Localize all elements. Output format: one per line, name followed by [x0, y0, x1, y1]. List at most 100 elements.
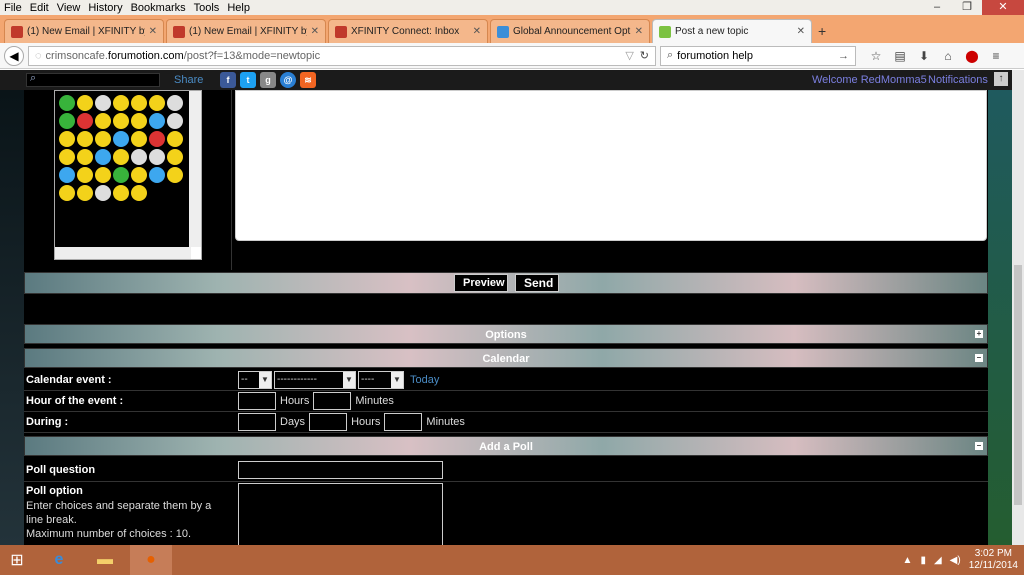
smiley-icon[interactable]: [131, 95, 147, 111]
smiley-icon[interactable]: [59, 95, 75, 111]
star-icon[interactable]: ☆: [864, 49, 888, 63]
forum-search-input[interactable]: [26, 73, 160, 87]
network-icon[interactable]: ▮: [920, 555, 926, 566]
smiley-icon[interactable]: [113, 149, 129, 165]
url-bar[interactable]: ◌ crimsoncafe. forumotion.com/post?f=13&m…: [28, 45, 656, 66]
smiley-icon[interactable]: [149, 167, 165, 183]
close-icon[interactable]: ✕: [982, 0, 1024, 15]
smiley-icon[interactable]: [131, 131, 147, 147]
close-icon[interactable]: ✕: [635, 26, 643, 37]
smiley-icon[interactable]: [77, 131, 93, 147]
smiley-icon[interactable]: [59, 167, 75, 183]
smiley-icon[interactable]: [167, 131, 183, 147]
email-icon[interactable]: @: [280, 72, 296, 88]
today-link[interactable]: Today: [410, 374, 439, 386]
close-icon[interactable]: ✕: [311, 26, 319, 37]
smiley-icon[interactable]: [113, 167, 129, 183]
smiley-icon[interactable]: [131, 167, 147, 183]
close-icon[interactable]: ✕: [473, 26, 481, 37]
smiley-icon[interactable]: [59, 185, 75, 201]
smiley-icon[interactable]: [95, 113, 111, 129]
smiley-icon[interactable]: [149, 131, 165, 147]
smilies-horizontal-scrollbar[interactable]: [55, 247, 191, 259]
smiley-icon[interactable]: [149, 113, 165, 129]
dropdown-icon[interactable]: ▽: [625, 49, 633, 62]
menu-history[interactable]: History: [88, 2, 122, 14]
clock[interactable]: 3:02 PM 12/11/2014: [969, 548, 1018, 572]
notifications-link[interactable]: Notifications: [928, 74, 988, 86]
twitter-icon[interactable]: t: [240, 72, 256, 88]
add-poll-header[interactable]: Add a Poll –: [24, 436, 988, 456]
smiley-icon[interactable]: [149, 149, 165, 165]
tab-post-new-topic[interactable]: Post a new topic ✕: [652, 19, 812, 43]
facebook-icon[interactable]: f: [220, 72, 236, 88]
restore-icon[interactable]: ❐: [952, 0, 982, 15]
smiley-icon[interactable]: [131, 113, 147, 129]
smiley-icon[interactable]: [149, 95, 165, 111]
hamburger-menu-icon[interactable]: ≡: [984, 49, 1008, 63]
google-plus-icon[interactable]: g: [260, 72, 276, 88]
smiley-icon[interactable]: [167, 167, 183, 183]
expand-icon[interactable]: +: [975, 330, 983, 338]
new-tab-icon[interactable]: +: [818, 23, 826, 43]
smiley-icon[interactable]: [95, 131, 111, 147]
search-bar[interactable]: ⌕ forumotion help →: [660, 45, 856, 66]
minute-input[interactable]: [313, 392, 352, 410]
internet-explorer-icon[interactable]: e: [38, 545, 80, 575]
calendar-header[interactable]: Calendar –: [24, 348, 988, 368]
close-icon[interactable]: ✕: [149, 26, 157, 37]
firefox-icon[interactable]: ●: [130, 545, 172, 575]
poll-option-textarea[interactable]: [238, 483, 443, 545]
collapse-icon[interactable]: –: [975, 442, 983, 450]
menu-tools[interactable]: Tools: [194, 2, 220, 14]
smiley-icon[interactable]: [167, 149, 183, 165]
smiley-icon[interactable]: [77, 149, 93, 165]
smiley-icon[interactable]: [77, 95, 93, 111]
smiley-icon[interactable]: [95, 185, 111, 201]
send-button[interactable]: Send: [515, 274, 559, 292]
day-select[interactable]: -- ▼: [238, 371, 272, 389]
back-icon[interactable]: ◀: [4, 45, 24, 66]
go-arrow-icon[interactable]: →: [838, 50, 849, 62]
smiley-icon[interactable]: [167, 113, 183, 129]
smiley-icon[interactable]: [113, 131, 129, 147]
options-header[interactable]: Options +: [24, 324, 988, 344]
home-icon[interactable]: ⌂: [936, 49, 960, 63]
minimize-icon[interactable]: –: [922, 0, 952, 15]
smiley-icon[interactable]: [95, 95, 111, 111]
message-textarea[interactable]: [235, 90, 987, 241]
reload-icon[interactable]: ↻: [640, 49, 649, 62]
smiley-icon[interactable]: [131, 185, 147, 201]
hour-input[interactable]: [238, 392, 276, 410]
tab-xfinity-inbox[interactable]: XFINITY Connect: Inbox ✕: [328, 19, 488, 43]
menu-bookmarks[interactable]: Bookmarks: [131, 2, 186, 14]
smiley-icon[interactable]: [59, 149, 75, 165]
smiley-icon[interactable]: [95, 167, 111, 183]
smiley-icon[interactable]: [131, 149, 147, 165]
tab-xfinity-email-2[interactable]: (1) New Email | XFINITY by ... ✕: [166, 19, 326, 43]
windows-start-icon[interactable]: ⊞: [0, 545, 34, 575]
smilies-vertical-scrollbar[interactable]: [189, 91, 201, 247]
tab-xfinity-email-1[interactable]: (1) New Email | XFINITY by ... ✕: [4, 19, 164, 43]
smiley-icon[interactable]: [77, 167, 93, 183]
smiley-icon[interactable]: [113, 113, 129, 129]
tray-arrow-icon[interactable]: ▲: [903, 555, 913, 566]
smiley-icon[interactable]: [113, 185, 129, 201]
poll-question-input[interactable]: [238, 461, 443, 479]
adblock-icon[interactable]: ⬤: [960, 49, 984, 63]
month-select[interactable]: ------------ ▼: [274, 371, 356, 389]
tab-global-announcement[interactable]: Global Announcement Opt... ✕: [490, 19, 650, 43]
smiley-icon[interactable]: [77, 113, 93, 129]
scrollbar-thumb[interactable]: [1014, 265, 1022, 505]
smiley-icon[interactable]: [77, 185, 93, 201]
reading-list-icon[interactable]: ▤: [888, 49, 912, 63]
welcome-link[interactable]: Welcome RedMomma5: [812, 74, 927, 86]
during-minutes-input[interactable]: [384, 413, 423, 431]
smiley-icon[interactable]: [95, 149, 111, 165]
days-input[interactable]: [238, 413, 276, 431]
scroll-top-icon[interactable]: ↑: [994, 72, 1008, 86]
menu-view[interactable]: View: [57, 2, 81, 14]
file-explorer-icon[interactable]: ▬: [84, 545, 126, 575]
year-select[interactable]: ---- ▼: [358, 371, 404, 389]
menu-edit[interactable]: Edit: [30, 2, 49, 14]
